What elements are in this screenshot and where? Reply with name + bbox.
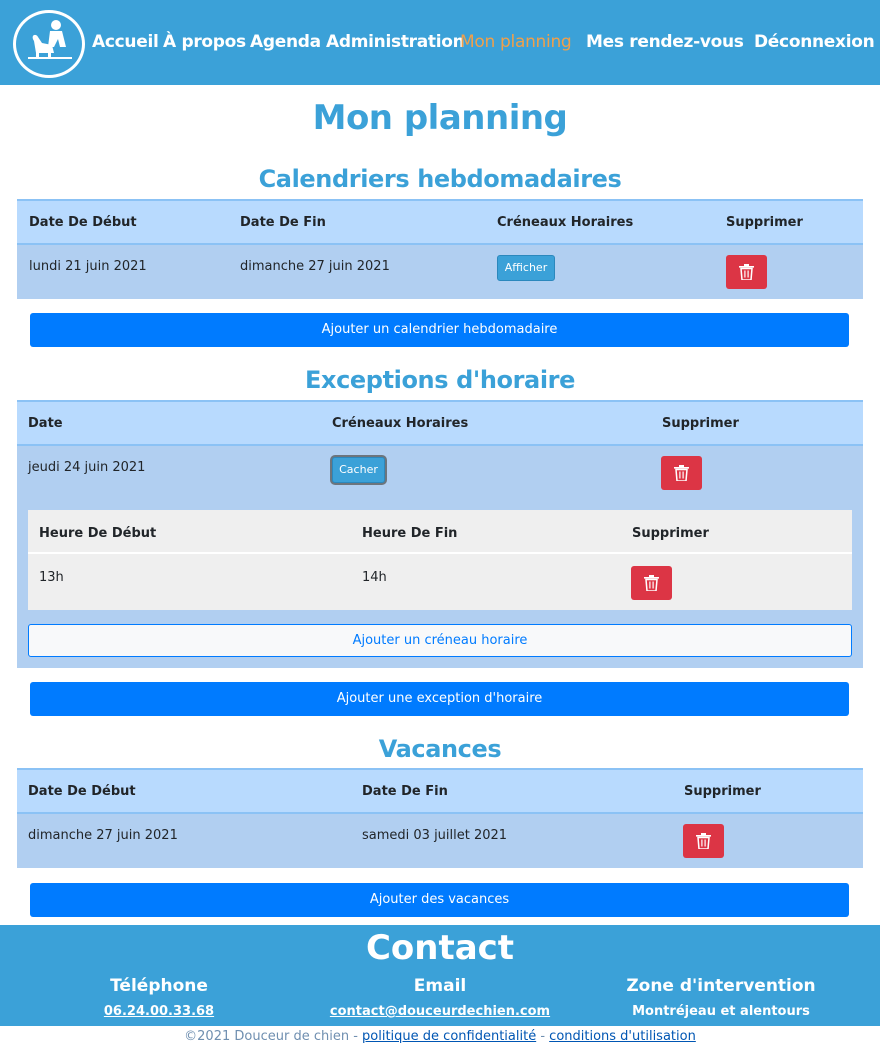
- slots-table-header: Heure De Début Heure De Fin Supprimer: [28, 510, 852, 554]
- nav-agenda[interactable]: Agenda: [250, 32, 321, 52]
- copyright-text: ©2021 Douceur de chien -: [184, 1029, 358, 1044]
- delete-slot-button[interactable]: [631, 566, 672, 600]
- delete-vacation-button[interactable]: [683, 824, 724, 858]
- zone-value: Montréjeau et alentours: [632, 1004, 810, 1019]
- weekly-header-slots: Créneaux Horaires: [497, 215, 634, 230]
- delete-exception-button[interactable]: [661, 456, 702, 490]
- slots-table: Heure De Début Heure De Fin Supprimer 13…: [28, 510, 852, 610]
- phone-link[interactable]: 06.24.00.33.68: [59, 1004, 259, 1019]
- vacations-section-title: Vacances: [378, 735, 502, 763]
- trash-icon: [696, 833, 711, 849]
- exceptions-header-slots: Créneaux Horaires: [332, 416, 469, 431]
- vacations-table: Date De Début Date De Fin Supprimer dima…: [17, 768, 863, 868]
- zone-label: Zone d'intervention: [626, 976, 816, 996]
- nav-deconnexion[interactable]: Déconnexion: [754, 32, 875, 52]
- nav-administration[interactable]: Administration: [326, 32, 465, 52]
- slots-header-start: Heure De Début: [39, 526, 157, 541]
- navbar: Accueil À propos Agenda Administration M…: [0, 0, 880, 85]
- page-title: Mon planning: [312, 98, 568, 138]
- trash-icon: [739, 264, 754, 280]
- weekly-header-end: Date De Fin: [240, 215, 326, 230]
- vacations-header-end: Date De Fin: [362, 784, 448, 799]
- privacy-link[interactable]: politique de confidentialité: [362, 1029, 536, 1044]
- delete-weekly-button[interactable]: [726, 255, 767, 289]
- trash-icon: [644, 575, 659, 591]
- exceptions-header-date: Date: [28, 416, 63, 431]
- copyright-separator: -: [540, 1029, 546, 1044]
- weekly-header-start: Date De Début: [29, 215, 137, 230]
- slot-row-start: 13h: [39, 570, 64, 585]
- weekly-row-end: dimanche 27 juin 2021: [240, 259, 390, 274]
- copyright-bar: ©2021 Douceur de chien - politique de co…: [0, 1029, 880, 1044]
- phone-label: Téléphone: [110, 976, 208, 996]
- slots-header-end: Heure De Fin: [362, 526, 458, 541]
- add-vacation-button[interactable]: Ajouter des vacances: [30, 883, 849, 917]
- weekly-section-title: Calendriers hebdomadaires: [258, 165, 622, 193]
- nav-mes-rendez-vous[interactable]: Mes rendez-vous: [586, 32, 744, 52]
- exceptions-section-title: Exceptions d'horaire: [305, 366, 575, 394]
- slot-row-end: 14h: [362, 570, 387, 585]
- exceptions-row-date: jeudi 24 juin 2021: [28, 460, 146, 475]
- nav-mon-planning[interactable]: Mon planning: [460, 32, 572, 52]
- vacations-table-header: Date De Début Date De Fin Supprimer: [17, 768, 863, 814]
- trash-icon: [674, 465, 689, 481]
- exceptions-header-delete: Supprimer: [662, 416, 739, 431]
- weekly-table-header: Date De Début Date De Fin Créneaux Horai…: [17, 199, 863, 245]
- nav-accueil[interactable]: Accueil: [92, 32, 159, 52]
- vacations-header-start: Date De Début: [28, 784, 136, 799]
- add-time-slot-button[interactable]: Ajouter un créneau horaire: [28, 624, 852, 657]
- weekly-header-delete: Supprimer: [726, 215, 803, 230]
- dog-logo-icon[interactable]: [13, 10, 85, 78]
- email-link[interactable]: contact@douceurdechien.com: [310, 1004, 570, 1019]
- terms-link[interactable]: conditions d'utilisation: [549, 1029, 696, 1044]
- add-exception-button[interactable]: Ajouter une exception d'horaire: [30, 682, 849, 716]
- weekly-table: Date De Début Date De Fin Créneaux Horai…: [17, 199, 863, 299]
- slots-header-delete: Supprimer: [632, 526, 709, 541]
- vacations-header-delete: Supprimer: [684, 784, 761, 799]
- nav-a-propos[interactable]: À propos: [163, 32, 246, 52]
- contact-title: Contact: [365, 928, 515, 968]
- email-label: Email: [413, 976, 467, 996]
- weekly-row-start: lundi 21 juin 2021: [29, 259, 147, 274]
- vacation-row-end: samedi 03 juillet 2021: [362, 828, 508, 843]
- hide-slots-button[interactable]: Cacher: [332, 457, 385, 483]
- vacation-row-start: dimanche 27 juin 2021: [28, 828, 178, 843]
- exceptions-table-header: Date Créneaux Horaires Supprimer: [17, 400, 863, 446]
- show-slots-button[interactable]: Afficher: [497, 255, 555, 281]
- add-weekly-calendar-button[interactable]: Ajouter un calendrier hebdomadaire: [30, 313, 849, 347]
